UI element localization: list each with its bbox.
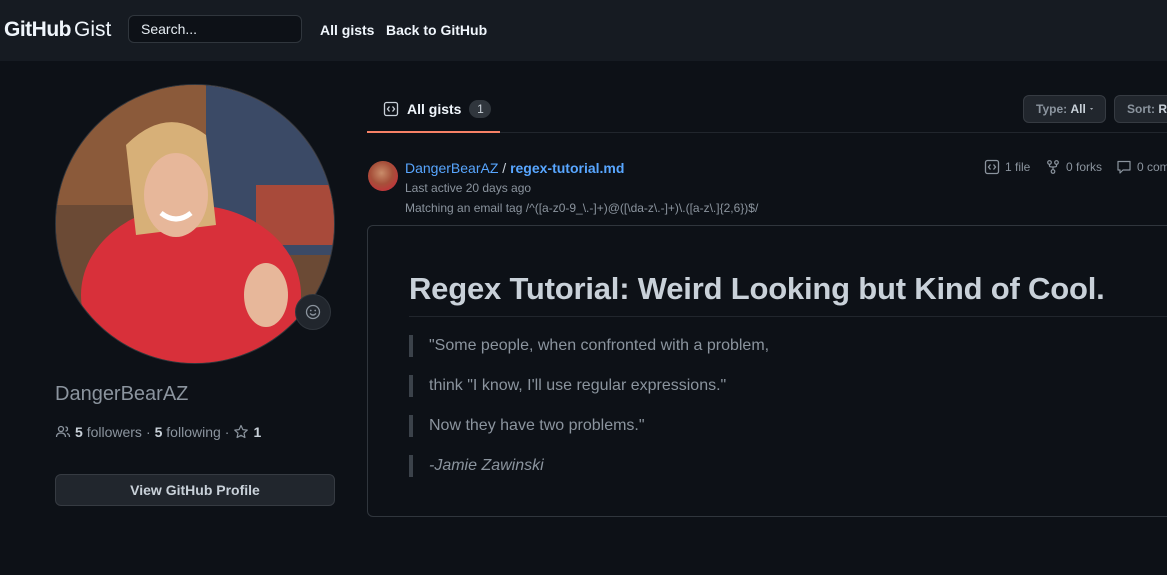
- gist-file-preview[interactable]: Regex Tutorial: Weird Looking but Kind o…: [367, 225, 1167, 517]
- gist-last-active: Last active 20 days ago: [405, 181, 532, 195]
- top-header: GitHubGist All gists Back to GitHub: [0, 0, 1167, 61]
- set-status-button[interactable]: [295, 294, 331, 330]
- stars-count[interactable]: 1: [253, 424, 261, 440]
- markdown-heading: Regex Tutorial: Weird Looking but Kind o…: [409, 271, 1105, 306]
- blockquote-line: Now they have two problems.": [409, 415, 645, 437]
- comment-icon: [1117, 160, 1131, 174]
- sort-button[interactable]: Sort: Re: [1114, 95, 1167, 123]
- nav-all-gists[interactable]: All gists: [320, 22, 374, 38]
- followers-link[interactable]: 5 followers: [75, 424, 142, 440]
- gist-count-badge: 1: [469, 99, 492, 118]
- gist-file-link[interactable]: regex-tutorial.md: [510, 160, 624, 176]
- fork-icon: [1047, 160, 1059, 174]
- tab-all-gists[interactable]: All gists 1: [367, 92, 500, 133]
- view-github-profile-button[interactable]: View GitHub Profile: [55, 474, 335, 506]
- people-icon: [55, 425, 71, 438]
- logo-gist-text: Gist: [73, 18, 112, 41]
- gist-comments-link[interactable]: 0 com: [1116, 159, 1167, 175]
- smiley-icon: [305, 304, 321, 320]
- gist-files-link[interactable]: 1 file: [984, 159, 1030, 175]
- profile-stats: 5 followers · 5 following · 1: [55, 424, 261, 440]
- gist-logo[interactable]: GitHub Gist: [4, 17, 111, 43]
- gist-owner-avatar[interactable]: [368, 161, 398, 191]
- type-filter-button[interactable]: Type: All: [1023, 95, 1106, 123]
- heading-rule: [409, 316, 1167, 317]
- gist-description: Matching an email tag /^([a-z0-9_\.-]+)@…: [405, 201, 759, 215]
- gist-owner-link[interactable]: DangerBearAZ: [405, 160, 498, 176]
- avatar-photo: [56, 85, 334, 363]
- caret-down-icon: [1089, 108, 1093, 110]
- blockquote-line: think "I know, I'll use regular expressi…: [409, 375, 726, 397]
- nav-back-to-github[interactable]: Back to GitHub: [386, 22, 487, 38]
- following-link[interactable]: 5 following: [155, 424, 221, 440]
- search-input[interactable]: [128, 15, 302, 43]
- blockquote-line: "Some people, when confronted with a pro…: [409, 335, 769, 357]
- profile-avatar: [55, 84, 335, 364]
- logo-github-text: GitHub: [4, 18, 71, 41]
- code-square-icon: [984, 159, 1000, 175]
- profile-username: DangerBearAZ: [55, 383, 189, 405]
- gist-title: DangerBearAZ / regex-tutorial.md: [405, 160, 625, 176]
- blockquote-attribution: -Jamie Zawinski: [409, 455, 544, 477]
- star-icon: [234, 424, 249, 439]
- gist-forks-link[interactable]: 0 forks: [1045, 159, 1102, 175]
- code-square-icon: [383, 101, 399, 116]
